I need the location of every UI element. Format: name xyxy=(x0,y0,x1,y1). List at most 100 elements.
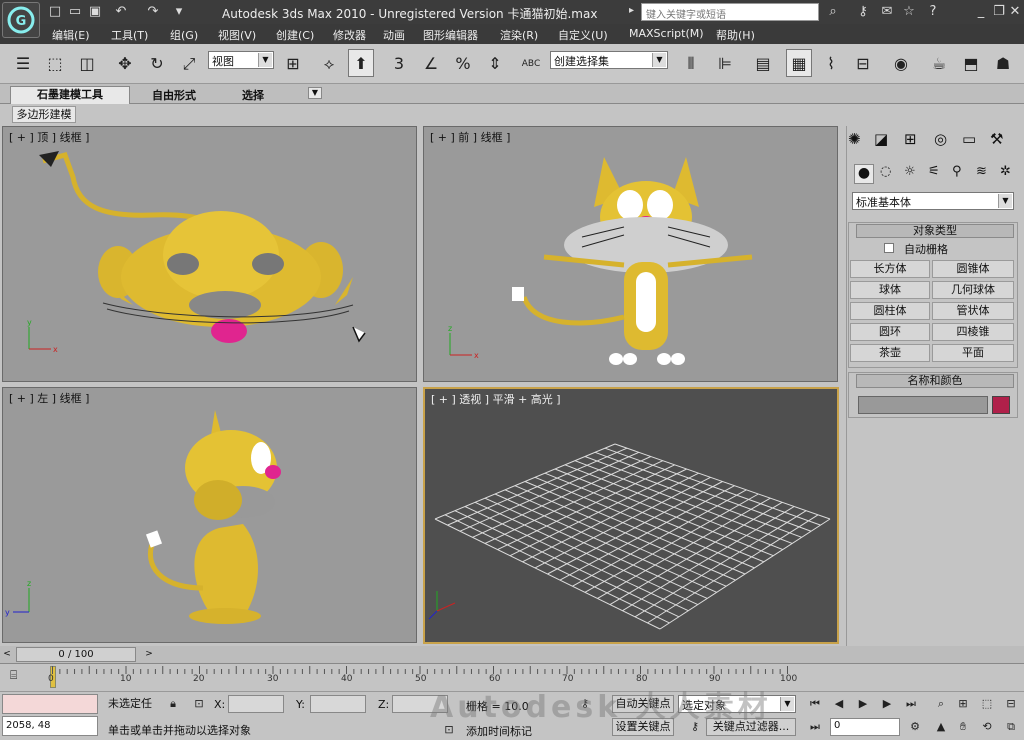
scale-icon[interactable]: ⤢ xyxy=(176,49,202,77)
rendered-frame-icon[interactable]: ⬒ xyxy=(958,49,984,77)
curve-editor-icon[interactable]: ⌇ xyxy=(818,49,844,77)
utilities-tab-icon[interactable]: ⚒ xyxy=(990,130,1003,148)
align-icon[interactable]: ⊫ xyxy=(712,49,738,77)
y-coordinate-field[interactable] xyxy=(310,695,366,713)
geometry-icon[interactable]: ● xyxy=(854,164,874,184)
material-editor-icon[interactable]: ◉ xyxy=(888,49,914,77)
menu-maxscript[interactable]: MAXScript(M) xyxy=(629,27,704,40)
motion-tab-icon[interactable]: ◎ xyxy=(934,130,947,148)
menu-help[interactable]: 帮助(H) xyxy=(716,27,755,43)
display-tab-icon[interactable]: ▭ xyxy=(962,130,976,148)
layer-manager-icon[interactable]: ▤ xyxy=(750,49,776,77)
search-input[interactable]: 键入关键字或短语 xyxy=(641,3,819,21)
ribbon-options-icon[interactable]: ▼ xyxy=(308,87,322,99)
time-prev-icon[interactable]: < xyxy=(0,646,14,663)
viewport-front[interactable]: [ + ] 前 ] 线框 ] z x xyxy=(423,126,838,382)
zoom-extents-all-icon[interactable]: ⊟ xyxy=(1002,695,1020,713)
app-logo-icon[interactable]: G xyxy=(2,2,40,38)
pivot-center-icon[interactable]: ⊞ xyxy=(280,49,306,77)
time-configuration-icon[interactable]: ⚙ xyxy=(906,718,924,736)
menu-create[interactable]: 创建(C) xyxy=(276,27,314,43)
select-manipulate-icon[interactable]: ⟡ xyxy=(316,49,342,77)
cone-button[interactable]: 圆锥体 xyxy=(932,260,1014,278)
pyramid-button[interactable]: 四棱锥 xyxy=(932,323,1014,341)
rect-selection-icon[interactable]: ⬚ xyxy=(42,49,68,77)
zoom-all-icon[interactable]: ⊞ xyxy=(954,695,972,713)
coords-readout[interactable]: 2058, 48 xyxy=(2,716,98,736)
menu-graph-editors[interactable]: 图形编辑器 xyxy=(423,27,478,43)
viewport-left[interactable]: [ + ] 左 ] 线框 ] z y xyxy=(2,387,417,643)
select-by-name-icon[interactable]: ☰ xyxy=(10,49,36,77)
menu-customize[interactable]: 自定义(U) xyxy=(558,27,608,43)
cylinder-button[interactable]: 圆柱体 xyxy=(850,302,930,320)
plane-button[interactable]: 平面 xyxy=(932,344,1014,362)
maximize-viewport-icon[interactable]: ⧉ xyxy=(1002,718,1020,736)
menu-modifiers[interactable]: 修改器 xyxy=(333,27,366,43)
snaps-toggle-icon[interactable]: 3 xyxy=(386,49,412,77)
x-coordinate-field[interactable] xyxy=(228,695,284,713)
zoom-icon[interactable]: ⌕ xyxy=(932,695,950,713)
quick-access-dropdown-icon[interactable]: ▾ xyxy=(170,3,188,21)
object-name-input[interactable] xyxy=(858,396,988,414)
autogrid-checkbox[interactable] xyxy=(884,243,894,253)
minimize-icon[interactable]: _ xyxy=(972,3,990,21)
search-expand-icon[interactable]: ▸ xyxy=(629,5,634,16)
torus-button[interactable]: 圆环 xyxy=(850,323,930,341)
sphere-button[interactable]: 球体 xyxy=(850,281,930,299)
key-icon[interactable]: ⚷ xyxy=(854,3,872,21)
keyboard-shortcut-override-icon[interactable]: ⬆ xyxy=(348,49,374,77)
communication-icon[interactable]: ✉ xyxy=(878,3,896,21)
object-category-select[interactable]: 标准基本体 ▼ xyxy=(852,192,1014,210)
move-icon[interactable]: ✥ xyxy=(112,49,138,77)
tab-selection[interactable]: 选择 xyxy=(220,87,286,103)
named-selection-abc-icon[interactable]: ABC xyxy=(518,49,544,77)
helpers-icon[interactable]: ⚲ xyxy=(952,164,962,179)
create-tab-icon[interactable]: ✺ xyxy=(848,130,861,148)
shapes-icon[interactable]: ◌ xyxy=(880,164,891,179)
modify-tab-icon[interactable]: ◪ xyxy=(874,130,888,148)
systems-icon[interactable]: ✲ xyxy=(1000,164,1011,179)
undo-icon[interactable]: ↶ xyxy=(112,3,130,21)
save-file-icon[interactable]: ▣ xyxy=(86,3,104,21)
mirror-icon[interactable]: ⫴ xyxy=(678,49,704,77)
schematic-view-icon[interactable]: ⊟ xyxy=(850,49,876,77)
play-icon[interactable]: ▶ xyxy=(854,695,872,713)
object-type-header[interactable]: 对象类型 xyxy=(856,224,1014,238)
open-file-icon[interactable]: ▭ xyxy=(66,3,84,21)
object-color-swatch[interactable] xyxy=(992,396,1010,414)
cameras-icon[interactable]: ⚟ xyxy=(928,164,940,179)
hierarchy-tab-icon[interactable]: ⊞ xyxy=(904,130,917,148)
rotate-icon[interactable]: ↻ xyxy=(144,49,170,77)
tab-polygon-modeling[interactable]: 多边形建模 xyxy=(12,106,76,123)
binoculars-icon[interactable]: ⌕ xyxy=(824,3,842,21)
time-next-icon[interactable]: > xyxy=(142,646,156,663)
geosphere-button[interactable]: 几何球体 xyxy=(932,281,1014,299)
tube-button[interactable]: 管状体 xyxy=(932,302,1014,320)
space-warps-icon[interactable]: ≋ xyxy=(976,164,987,179)
absolute-mode-icon[interactable]: ⊡ xyxy=(190,695,208,713)
key-mode-toggle-icon[interactable]: ⏭ xyxy=(806,718,824,736)
viewport-top[interactable]: [ + ] 顶 ] 线框 ] y x xyxy=(2,126,417,382)
teapot-button[interactable]: 茶壶 xyxy=(850,344,930,362)
field-of-view-icon[interactable]: ▲ xyxy=(932,718,950,736)
go-to-start-icon[interactable]: ⏮ xyxy=(806,695,824,713)
graphite-toggle-icon[interactable]: ▦ xyxy=(786,49,812,77)
mini-curve-editor-icon[interactable]: ⌸ xyxy=(10,668,30,686)
previous-frame-icon[interactable]: ◀ xyxy=(830,695,848,713)
zoom-extents-icon[interactable]: ⬚ xyxy=(978,695,996,713)
angle-snap-icon[interactable]: ∠ xyxy=(418,49,444,77)
viewport-perspective[interactable]: [ + ] 透视 ] 平滑 + 高光 ] xyxy=(423,387,839,644)
time-slider[interactable]: < 0 / 100 > xyxy=(0,646,1024,663)
current-frame-field[interactable]: 0 xyxy=(830,718,900,736)
star-icon[interactable]: ☆ xyxy=(900,3,918,21)
new-file-icon[interactable]: □ xyxy=(46,3,64,21)
percent-snap-icon[interactable]: % xyxy=(450,49,476,77)
named-selection-set-select[interactable]: 创建选择集 ▼ xyxy=(550,51,668,69)
selection-lock-icon[interactable]: 🔒︎ xyxy=(164,695,182,713)
time-slider-thumb[interactable]: 0 / 100 xyxy=(16,647,136,662)
menu-tools[interactable]: 工具(T) xyxy=(111,27,148,43)
menu-views[interactable]: 视图(V) xyxy=(218,27,256,43)
maxscript-listener[interactable] xyxy=(2,694,98,714)
menu-rendering[interactable]: 渲染(R) xyxy=(500,27,538,43)
spinner-snap-icon[interactable]: ⇕ xyxy=(482,49,508,77)
